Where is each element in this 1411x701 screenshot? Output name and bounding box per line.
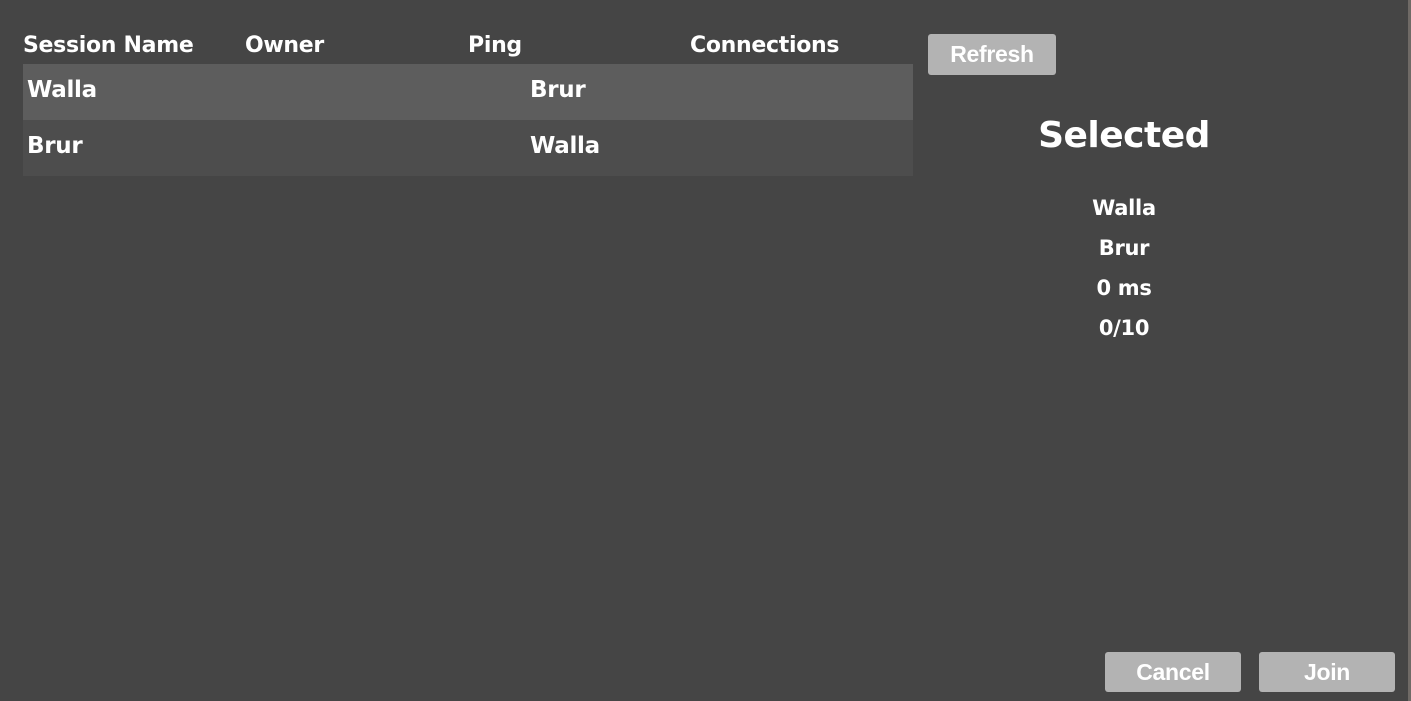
session-row[interactable]: Brur Walla (23, 120, 913, 176)
cancel-button[interactable]: Cancel (1105, 652, 1241, 692)
session-owner-cell: Brur (530, 77, 586, 103)
session-name-cell: Brur (27, 133, 83, 159)
selected-title: Selected (1038, 115, 1210, 156)
selected-ping: 0 ms (1096, 276, 1152, 300)
header-connections: Connections (690, 33, 840, 58)
header-owner: Owner (245, 33, 324, 58)
session-list: Walla Brur Brur Walla (23, 64, 913, 176)
selected-connections: 0/10 (1098, 316, 1150, 340)
header-session-name: Session Name (23, 33, 194, 58)
selected-session-name: Walla (1092, 196, 1156, 220)
join-button[interactable]: Join (1259, 652, 1395, 692)
header-ping: Ping (468, 33, 522, 58)
session-table-header: Session Name Owner Ping Connections (23, 33, 913, 63)
session-row-selected[interactable]: Walla Brur (23, 64, 913, 120)
selected-session-details: Selected Walla Brur 0 ms 0/10 (940, 110, 1308, 346)
session-name-cell: Walla (27, 77, 97, 103)
refresh-button[interactable]: Refresh (928, 34, 1056, 75)
session-owner-cell: Walla (530, 133, 600, 159)
selected-owner: Brur (1098, 236, 1150, 260)
session-browser-panel: Session Name Owner Ping Connections Wall… (0, 0, 1408, 701)
